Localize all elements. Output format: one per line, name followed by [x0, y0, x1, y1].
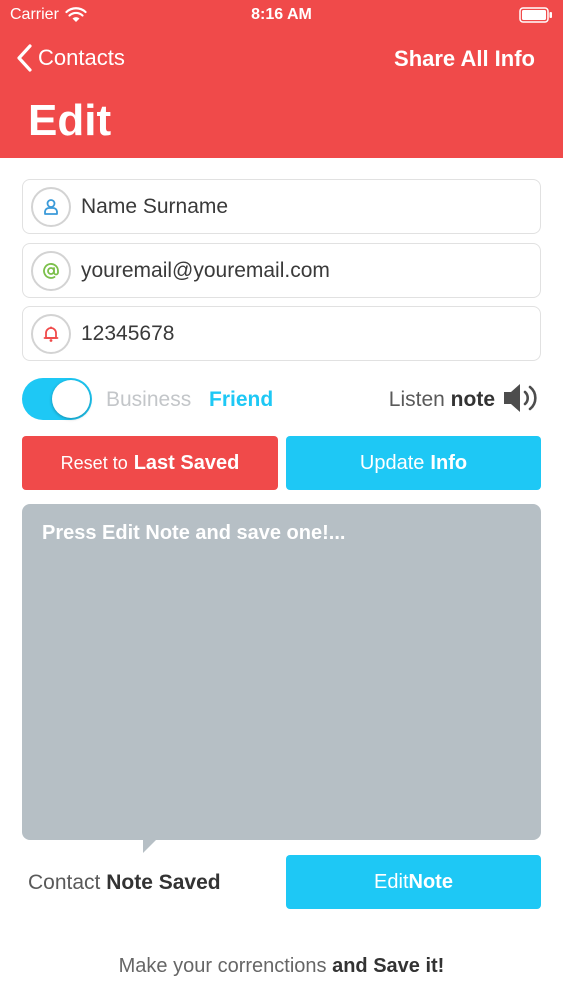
- back-button-label: Contacts: [38, 45, 125, 70]
- battery-icon: [519, 7, 552, 23]
- footer-prefix: Make your correnctions: [118, 955, 327, 977]
- reset-button-prefix: Reset to: [60, 452, 128, 473]
- listen-bold: note: [450, 388, 495, 411]
- update-button-prefix: Update: [359, 451, 425, 474]
- edit-note-button[interactable]: Edit Note: [286, 855, 541, 909]
- options-row: Business Friend Listen note: [22, 376, 541, 422]
- email-field[interactable]: [22, 243, 541, 298]
- toggle-knob: [52, 380, 90, 418]
- contact-note-saved-label: Contact Note Saved: [28, 871, 221, 895]
- listen-prefix: Listen: [388, 388, 445, 411]
- nav-bar: Contacts Share All Info: [0, 40, 563, 80]
- edit-button-bold: Note: [408, 870, 453, 893]
- email-icon-badge: [31, 250, 71, 291]
- footer-bold: and Save it!: [332, 955, 445, 977]
- note-text-area[interactable]: Press Edit Note and save one!...: [22, 504, 541, 840]
- note-bubble-tail: [143, 839, 157, 853]
- name-field[interactable]: [22, 179, 541, 234]
- phone-field[interactable]: [22, 306, 541, 361]
- name-input[interactable]: [81, 194, 521, 219]
- bell-icon: [43, 326, 59, 342]
- share-all-info-button[interactable]: Share All Info: [394, 46, 535, 72]
- name-icon-badge: [31, 186, 71, 227]
- phone-input[interactable]: [81, 321, 521, 346]
- at-sign-icon: [43, 262, 59, 279]
- speaker-icon[interactable]: [501, 380, 541, 416]
- note-placeholder: Press Edit Note and save one!...: [42, 522, 346, 544]
- page-title: Edit: [28, 96, 112, 145]
- update-info-button[interactable]: Update Info: [286, 436, 541, 490]
- reset-button-bold: Last Saved: [133, 451, 240, 474]
- chevron-left-icon: [17, 44, 32, 72]
- listen-note-button[interactable]: Listen note: [389, 388, 495, 412]
- header: Carrier 8:16 AM Contacts Share All Info …: [0, 0, 563, 158]
- phone-icon-badge: [31, 313, 71, 354]
- status-bar: Carrier 8:16 AM: [0, 0, 563, 30]
- reset-last-saved-button[interactable]: Reset to Last Saved: [22, 436, 278, 490]
- clock: 8:16 AM: [251, 6, 312, 23]
- back-button[interactable]: Contacts: [16, 43, 125, 73]
- saved-prefix: Contact: [28, 871, 101, 894]
- edit-button-prefix: Edit: [374, 870, 409, 893]
- saved-bold: Note Saved: [106, 871, 221, 894]
- email-input[interactable]: [81, 258, 521, 283]
- business-label[interactable]: Business: [106, 388, 191, 412]
- footer-hint: Make your correnctions and Save it!: [0, 955, 563, 978]
- business-friend-toggle[interactable]: [22, 378, 92, 420]
- person-icon: [44, 198, 58, 215]
- friend-label[interactable]: Friend: [209, 388, 273, 412]
- update-button-bold: Info: [430, 451, 468, 474]
